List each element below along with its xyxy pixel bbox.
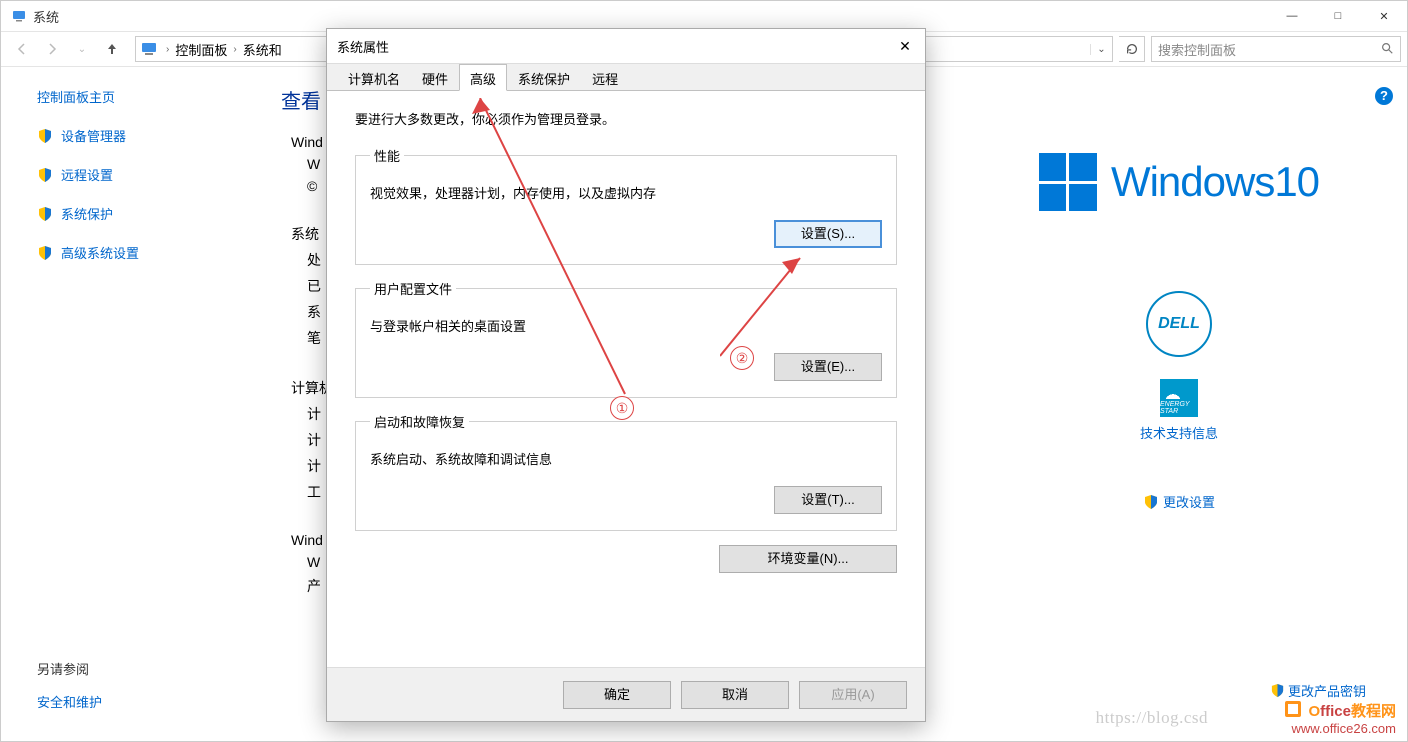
blog-watermark: https://blog.csd	[1096, 708, 1208, 728]
link-label: 更改设置	[1163, 492, 1215, 511]
search-box[interactable]: 搜索控制面板	[1151, 36, 1401, 62]
tab-advanced[interactable]: 高级	[459, 64, 507, 91]
cancel-button[interactable]: 取消	[681, 681, 789, 709]
titlebar: 系统 — □ ✕	[1, 1, 1407, 31]
computer-icon	[140, 40, 158, 58]
profile-settings-button[interactable]: 设置(E)...	[774, 353, 882, 381]
dialog-close-button[interactable]: ✕	[895, 38, 915, 55]
right-panel: Windows10 DELL ENERGY STAR 技术支持信息 更改设置	[969, 93, 1389, 511]
security-maintenance-link[interactable]: 安全和维护	[37, 692, 102, 711]
search-placeholder: 搜索控制面板	[1158, 40, 1236, 59]
shield-icon	[37, 128, 53, 144]
sidebar-label: 系统保护	[61, 204, 113, 223]
sidebar-item-advanced[interactable]: 高级系统设置	[37, 243, 261, 262]
back-button[interactable]	[7, 35, 37, 63]
tab-protection[interactable]: 系统保护	[507, 64, 581, 91]
energy-star-icon: ENERGY STAR	[1160, 379, 1198, 417]
minimize-button[interactable]: —	[1269, 1, 1315, 31]
breadcrumb-sub[interactable]: 系统和	[239, 40, 286, 59]
shield-icon	[37, 245, 53, 261]
sidebar-label: 设备管理器	[61, 126, 126, 145]
change-settings-link[interactable]: 更改设置	[1143, 492, 1215, 511]
chevron-right-icon: ›	[164, 44, 171, 55]
up-button[interactable]	[97, 35, 127, 63]
environment-variables-button[interactable]: 环境变量(N)...	[719, 545, 897, 573]
breadcrumb-root[interactable]: 控制面板	[171, 40, 231, 59]
search-icon	[1380, 41, 1394, 58]
dialog-title: 系统属性	[337, 37, 389, 56]
sidebar-footer: 另请参阅 安全和维护	[37, 659, 102, 711]
dialog-titlebar: 系统属性 ✕	[327, 29, 925, 63]
computer-icon	[11, 8, 27, 24]
maximize-button[interactable]: □	[1315, 1, 1361, 31]
address-dropdown[interactable]: ⌄	[1090, 44, 1112, 55]
profile-desc: 与登录帐户相关的桌面设置	[370, 316, 882, 335]
sidebar-item-protection[interactable]: 系统保护	[37, 204, 261, 223]
apply-button[interactable]: 应用(A)	[799, 681, 907, 709]
ok-button[interactable]: 确定	[563, 681, 671, 709]
profile-group: 用户配置文件 与登录帐户相关的桌面设置 设置(E)...	[355, 279, 897, 398]
recent-dropdown[interactable]: ⌄	[67, 35, 97, 63]
window-title: 系统	[33, 7, 59, 26]
chevron-right-icon: ›	[231, 44, 238, 55]
dialog-tabs: 计算机名 硬件 高级 系统保护 远程	[327, 63, 925, 91]
shield-icon	[37, 206, 53, 222]
brand-line-1: Office教程网	[1282, 698, 1396, 721]
dialog-footer: 确定 取消 应用(A)	[327, 667, 925, 721]
admin-note: 要进行大多数更改，你必须作为管理员登录。	[355, 109, 897, 128]
sidebar-item-remote[interactable]: 远程设置	[37, 165, 261, 184]
brand-url: www.office26.com	[1291, 721, 1396, 736]
system-properties-dialog: 系统属性 ✕ 计算机名 硬件 高级 系统保护 远程 要进行大多数更改，你必须作为…	[326, 28, 926, 722]
startup-group: 启动和故障恢复 系统启动、系统故障和调试信息 设置(T)...	[355, 412, 897, 531]
control-panel-home-link[interactable]: 控制面板主页	[37, 87, 261, 106]
performance-settings-button[interactable]: 设置(S)...	[774, 220, 882, 248]
tech-support-link[interactable]: 技术支持信息	[1140, 423, 1218, 442]
brand-watermark: Office教程网 www.office26.com	[1282, 698, 1396, 736]
tab-hardware[interactable]: 硬件	[411, 64, 459, 91]
see-also-label: 另请参阅	[37, 659, 102, 678]
performance-legend: 性能	[370, 146, 404, 165]
dell-logo: DELL	[1146, 291, 1212, 357]
shield-icon	[37, 167, 53, 183]
profile-legend: 用户配置文件	[370, 279, 456, 298]
sidebar-label: 高级系统设置	[61, 243, 139, 262]
performance-desc: 视觉效果，处理器计划，内存使用，以及虚拟内存	[370, 183, 882, 202]
sidebar: 控制面板主页 设备管理器 远程设置 系统保护 高级系统设置 另请参阅 安全和维护	[1, 67, 261, 741]
windows-logo: Windows10	[1039, 153, 1319, 211]
close-button[interactable]: ✕	[1361, 1, 1407, 31]
performance-group: 性能 视觉效果，处理器计划，内存使用，以及虚拟内存 设置(S)...	[355, 146, 897, 265]
refresh-button[interactable]	[1119, 36, 1145, 62]
window-controls: — □ ✕	[1269, 1, 1407, 31]
dialog-body: 要进行大多数更改，你必须作为管理员登录。 性能 视觉效果，处理器计划，内存使用，…	[327, 91, 925, 667]
windows-icon	[1039, 153, 1097, 211]
tab-computer-name[interactable]: 计算机名	[337, 64, 411, 91]
sidebar-label: 远程设置	[61, 165, 113, 184]
startup-settings-button[interactable]: 设置(T)...	[774, 486, 882, 514]
shield-icon	[1143, 494, 1159, 510]
startup-legend: 启动和故障恢复	[370, 412, 469, 431]
windows-text: Windows10	[1111, 158, 1319, 206]
forward-button[interactable]	[37, 35, 67, 63]
sidebar-item-device-manager[interactable]: 设备管理器	[37, 126, 261, 145]
tab-remote[interactable]: 远程	[581, 64, 629, 91]
startup-desc: 系统启动、系统故障和调试信息	[370, 449, 882, 468]
